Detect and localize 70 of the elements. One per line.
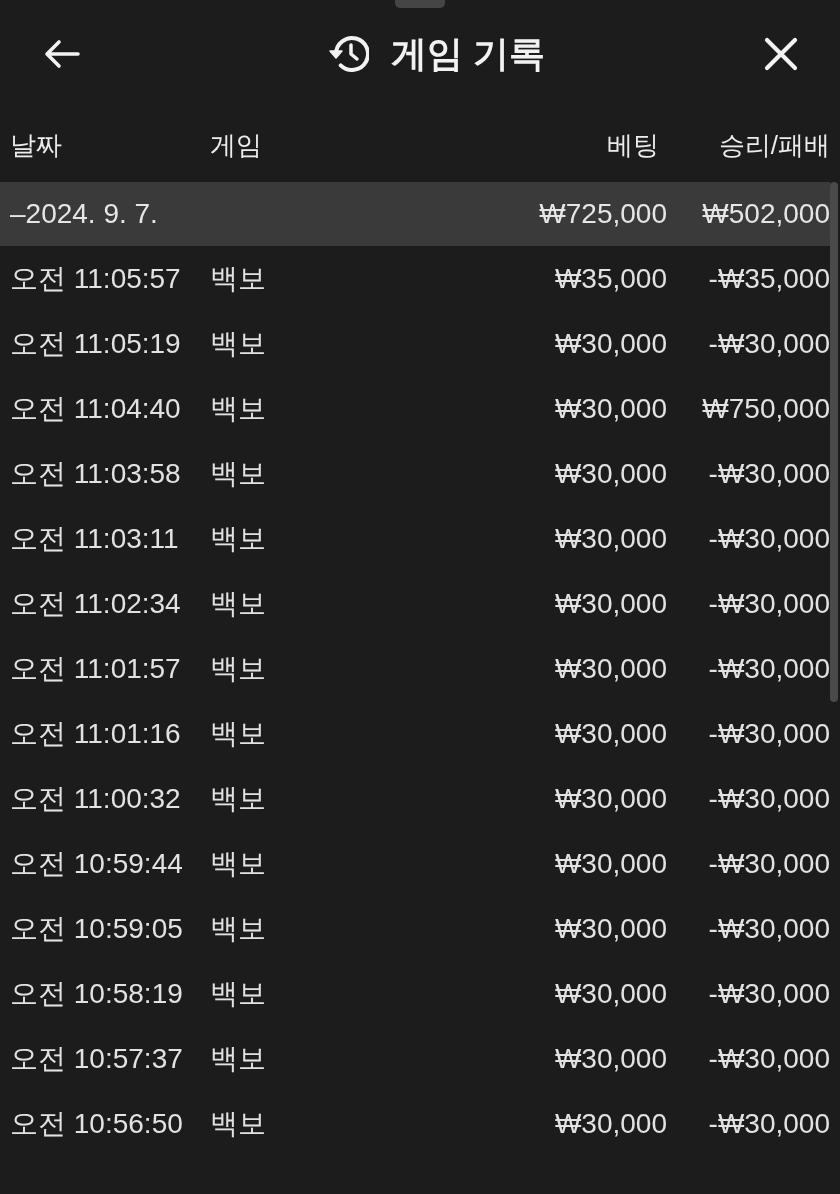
time-cell-text: 오전 10:59:44 [10,846,183,881]
game-cell-text: 백보 [210,976,266,1011]
bet-cell: ₩30,000 [554,782,667,815]
result-cell: -₩30,000 [708,1107,830,1140]
game-cell-text: 백보 [210,1041,266,1076]
history-icon [329,35,369,73]
time-cell-text: 오전 10:57:37 [10,1041,183,1076]
game-cell-text: 백보 [210,716,266,751]
total-bet-cell: ₩725,000 [539,198,667,230]
result-cell: -₩30,000 [708,1042,830,1075]
game-cell-text: 백보 [210,846,266,881]
bet-cell: ₩30,000 [554,1107,667,1140]
game-cell-text: 백보 [210,261,266,296]
time-cell-text: 오전 10:56:50 [10,1106,183,1141]
drag-handle[interactable] [395,0,445,8]
window-title: 게임 기록 [391,31,545,76]
game-cell-text: 백보 [210,586,266,621]
result-cell: -₩30,000 [708,977,830,1010]
bet-cell: ₩30,000 [554,457,667,490]
bet-cell: ₩30,000 [554,1042,667,1075]
scrollbar[interactable] [830,182,838,702]
result-cell: -₩35,000 [708,262,830,295]
bet-cell: ₩30,000 [554,847,667,880]
time-cell-text: 오전 11:05:19 [10,326,181,361]
time-cell-text: 오전 11:05:57 [10,261,181,296]
time-cell-text: 오전 10:58:19 [10,976,183,1011]
result-cell: -₩30,000 [708,587,830,620]
close-icon [764,37,798,71]
result-cell: -₩30,000 [708,457,830,490]
bet-cell: ₩30,000 [554,717,667,750]
game-cell-text: 백보 [210,456,266,491]
bet-cell: ₩30,000 [554,392,667,425]
bet-cell: ₩30,000 [554,327,667,360]
bet-cell: ₩30,000 [554,587,667,620]
bet-cell: ₩30,000 [554,522,667,555]
result-cell: -₩30,000 [708,327,830,360]
time-cell-text: 오전 11:04:40 [10,391,181,426]
time-cell-text: 오전 11:03:11 [10,521,179,556]
result-cell: -₩30,000 [708,847,830,880]
result-cell: ₩750,000 [702,392,830,425]
bet-cell: ₩30,000 [554,912,667,945]
column-header: 승리/패배 [718,128,830,162]
column-header: 게임 [210,128,262,162]
bet-cell: ₩30,000 [554,977,667,1010]
bet-cell: ₩30,000 [554,652,667,685]
result-cell: -₩30,000 [708,717,830,750]
result-cell: -₩30,000 [708,652,830,685]
time-cell-text: 오전 11:01:57 [10,651,181,686]
result-cell: -₩30,000 [708,782,830,815]
date-group-row[interactable]: –2024. 9. 7. ₩725,000 ₩502,000 [0,182,830,246]
time-cell-text: 오전 10:59:05 [10,911,183,946]
game-cell-text: 백보 [210,391,266,426]
game-cell-text: 백보 [210,1106,266,1141]
time-cell-text: 오전 11:02:34 [10,586,181,621]
game-cell-text: 백보 [210,521,266,556]
time-cell-text: 오전 11:01:16 [10,716,181,751]
time-cell-text: 오전 11:03:58 [10,456,181,491]
total-result-cell: ₩502,000 [702,198,830,230]
time-cell-text: 오전 11:00:32 [10,781,181,816]
result-cell: -₩30,000 [708,522,830,555]
column-header: 베팅 [607,128,660,162]
back-arrow-icon [44,39,80,69]
result-cell: -₩30,000 [708,912,830,945]
game-cell-text: 백보 [210,781,266,816]
game-cell-text: 백보 [210,911,266,946]
column-header: 날짜 [10,128,62,162]
game-cell-text: 백보 [210,651,266,686]
bet-cell: ₩35,000 [554,262,667,295]
date-cell: –2024. 9. 7. [10,198,158,230]
game-cell-text: 백보 [210,326,266,361]
